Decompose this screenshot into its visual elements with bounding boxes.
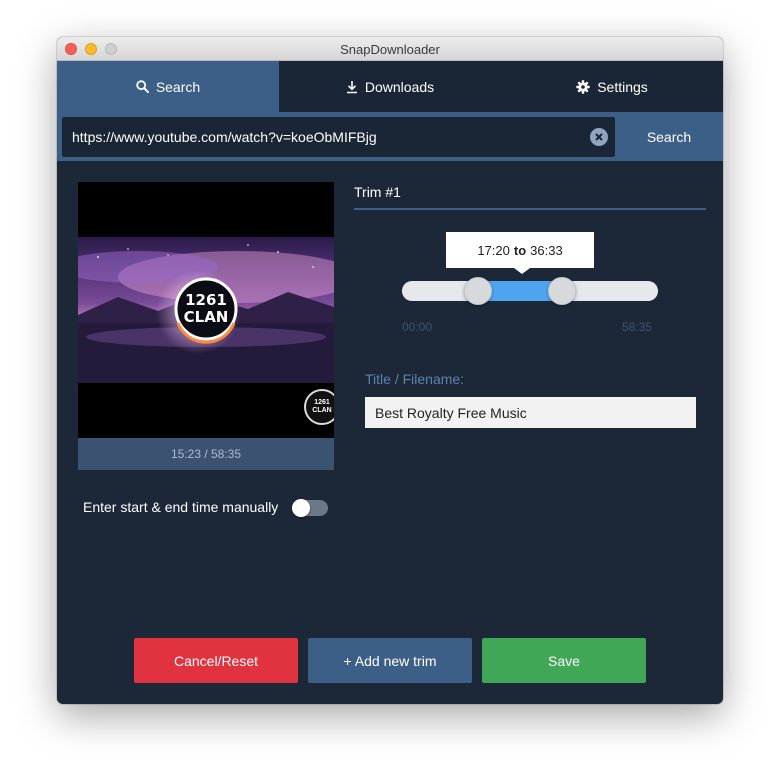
tab-bar: Search Downloads Settings <box>57 61 723 112</box>
range-start-text: 17:20 <box>477 242 510 258</box>
search-button[interactable]: Search <box>615 112 723 161</box>
channel-logo: 1261 CLAN <box>176 292 236 332</box>
clear-icon[interactable] <box>590 128 608 146</box>
download-icon <box>346 80 358 94</box>
add-new-trim-button[interactable]: + Add new trim <box>308 638 472 683</box>
tab-downloads-label: Downloads <box>364 78 435 95</box>
playback-time: 15:23 / 58:35 <box>78 438 334 470</box>
range-end-text: 36:33 <box>530 242 563 258</box>
range-max-label: 58:35 <box>622 320 653 334</box>
tab-search[interactable]: Search <box>57 61 279 112</box>
filename-input[interactable] <box>365 397 696 428</box>
logo-line-2: CLAN <box>183 308 229 326</box>
title-bar: SnapDownloader <box>57 37 723 61</box>
range-min-label: 00:00 <box>402 320 433 334</box>
trim-start-handle[interactable] <box>463 277 492 305</box>
logo-line-1: 1261 <box>185 291 227 309</box>
corner-logo-line-2: CLAN <box>312 407 332 414</box>
trim-title: Trim #1 <box>354 184 401 200</box>
cancel-reset-button[interactable]: Cancel/Reset <box>134 638 298 683</box>
trim-range-slider[interactable] <box>402 277 658 305</box>
filename-label: Title / Filename: <box>365 371 465 387</box>
manual-time-toggle[interactable] <box>292 499 328 517</box>
video-thumbnail: 1261 CLAN 1261 CLAN <box>78 182 334 438</box>
gear-icon <box>576 79 590 94</box>
save-button[interactable]: Save <box>482 638 646 683</box>
url-box <box>62 117 615 157</box>
corner-logo: 1261 CLAN <box>304 389 334 425</box>
tooltip-arrow <box>514 268 530 274</box>
tab-downloads[interactable]: Downloads <box>279 61 501 112</box>
url-input[interactable] <box>72 117 577 157</box>
range-tooltip: 17:20 to 36:33 <box>446 232 594 268</box>
tab-search-label: Search <box>155 78 201 95</box>
tab-settings-label: Settings <box>597 78 648 95</box>
app-window: SnapDownloader Search Downloads Settings <box>57 37 723 704</box>
corner-logo-line-1: 1261 <box>314 399 330 406</box>
trim-divider <box>354 208 706 210</box>
search-icon <box>136 80 149 93</box>
trim-end-handle[interactable] <box>547 277 576 305</box>
window-title: SnapDownloader <box>340 42 440 57</box>
manual-time-label: Enter start & end time manually <box>83 499 279 515</box>
range-to-text: to <box>513 242 527 258</box>
search-row: Search <box>57 112 723 161</box>
tab-settings[interactable]: Settings <box>501 61 723 112</box>
toggle-knob <box>292 499 310 517</box>
